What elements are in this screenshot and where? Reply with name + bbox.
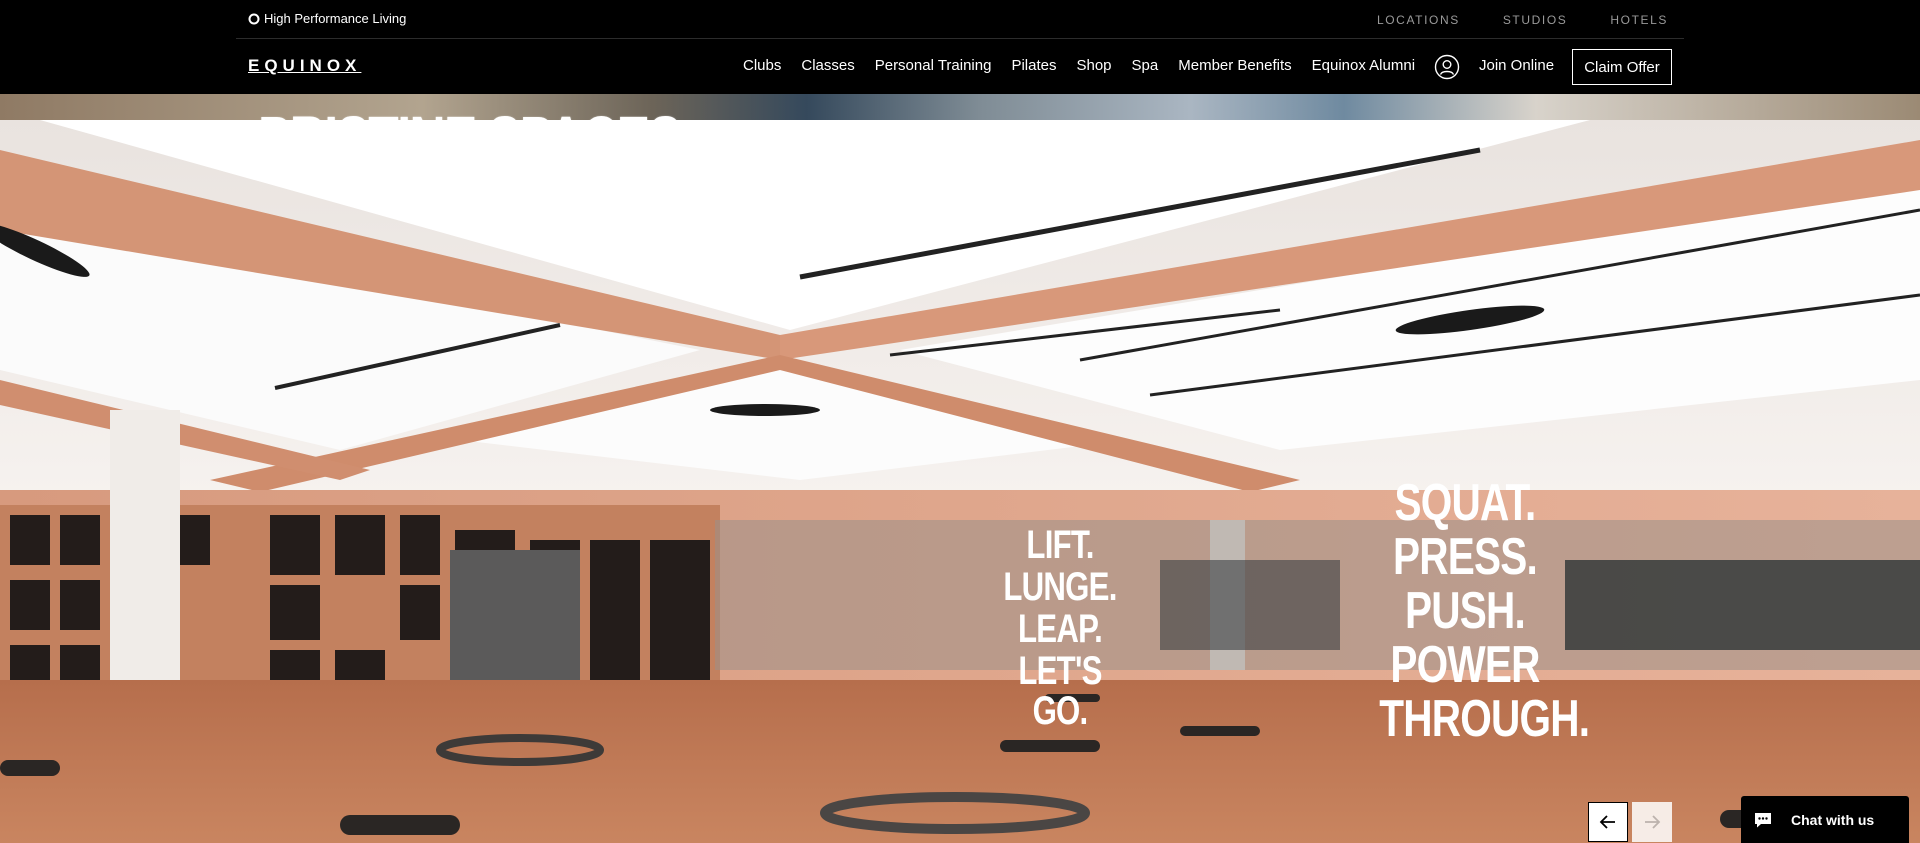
link-studios[interactable]: STUDIOS — [1503, 13, 1568, 27]
join-online-link[interactable]: Join Online — [1479, 57, 1554, 74]
wall-slogan-line: LUNGE. — [1003, 565, 1117, 609]
nav-member-benefits[interactable]: Member Benefits — [1178, 57, 1291, 74]
nav-shop[interactable]: Shop — [1076, 57, 1111, 74]
wall-slogan-line: PUSH. — [1404, 582, 1526, 640]
utility-bar: High Performance Living LOCATIONS STUDIO… — [236, 0, 1684, 39]
chat-bubble-icon — [1755, 812, 1771, 827]
nav-pilates[interactable]: Pilates — [1011, 57, 1056, 74]
arrow-right-icon — [1645, 815, 1661, 829]
claim-offer-button[interactable]: Claim Offer — [1572, 49, 1672, 85]
utility-links: LOCATIONS STUDIOS HOTELS — [1377, 13, 1668, 27]
arrow-left-icon — [1599, 815, 1615, 829]
link-hotels[interactable]: HOTELS — [1610, 13, 1668, 27]
tagline[interactable]: High Performance Living — [248, 11, 406, 26]
site-header: High Performance Living LOCATIONS STUDIO… — [0, 0, 1920, 94]
link-locations[interactable]: LOCATIONS — [1377, 13, 1460, 27]
main-nav: EQUINOX Clubs Classes Personal Training … — [236, 39, 1684, 94]
wall-slogan-line: THROUGH. — [1379, 690, 1590, 748]
nav-equinox-alumni[interactable]: Equinox Alumni — [1312, 57, 1415, 74]
wall-slogan-line: POWER — [1390, 636, 1540, 694]
primary-links: Clubs Classes Personal Training Pilates … — [743, 57, 1415, 74]
nav-spa[interactable]: Spa — [1132, 57, 1159, 74]
ring-icon — [248, 13, 260, 24]
wall-slogan-right: SQUAT. PRESS. PUSH. POWER THROUGH. — [1379, 474, 1590, 748]
tagline-text: High Performance Living — [264, 11, 407, 26]
chat-with-us-button[interactable]: Chat with us — [1741, 796, 1909, 843]
carousel-prev-button[interactable] — [1588, 802, 1628, 842]
nav-personal-training[interactable]: Personal Training — [875, 57, 992, 74]
hero-carousel: PRISTINE SPACES LIFT. LUNGE. LEAP. LET'S… — [0, 94, 1920, 843]
hero-title: PRISTINE SPACES — [258, 103, 682, 175]
nav-clubs[interactable]: Clubs — [743, 57, 781, 74]
hero-image — [0, 120, 1920, 843]
wall-slogan-line: LIFT. — [1026, 523, 1094, 567]
wall-slogan-line: PRESS. — [1392, 528, 1538, 586]
wall-slogan-line: LEAP. — [1018, 607, 1103, 651]
chat-label: Chat with us — [1791, 811, 1875, 828]
equinox-logo[interactable]: EQUINOX — [248, 56, 361, 76]
wall-slogan-left: LIFT. LUNGE. LEAP. LET'S GO. — [1002, 525, 1119, 733]
carousel-next-button[interactable] — [1632, 802, 1672, 842]
wall-slogan-line: LET'S GO. — [1018, 649, 1102, 733]
wall-slogan-line: SQUAT. — [1394, 474, 1536, 532]
user-icon[interactable] — [1434, 54, 1460, 80]
nav-classes[interactable]: Classes — [801, 57, 854, 74]
